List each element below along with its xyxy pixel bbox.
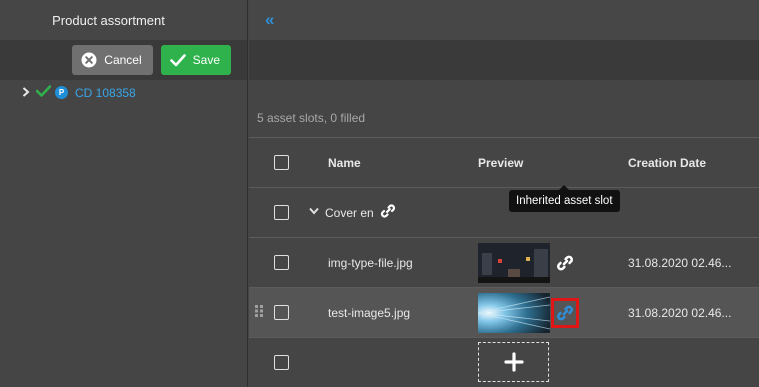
add-asset-button[interactable] <box>478 342 549 382</box>
cancel-button[interactable]: Cancel <box>72 45 153 75</box>
group-name: Cover en <box>325 205 374 220</box>
status-check-icon <box>35 85 52 100</box>
row-date: 31.08.2020 02.46... <box>628 255 732 270</box>
chevron-down-icon[interactable] <box>309 207 319 218</box>
group-checkbox[interactable] <box>274 205 289 220</box>
tree-item[interactable]: P CD 108358 <box>22 85 136 100</box>
tooltip: Inherited asset slot <box>509 185 620 212</box>
row-checkbox[interactable] <box>274 355 289 370</box>
table-row[interactable]: test-image5.jpg 31.08.2020 02.46... <box>249 287 759 337</box>
column-creation-date[interactable]: Creation Date <box>628 156 706 170</box>
close-circle-icon <box>81 52 97 68</box>
edit-toolbar: Cancel Save <box>0 40 247 80</box>
column-preview[interactable]: Preview <box>478 156 523 170</box>
group-label[interactable]: Cover en <box>309 203 396 222</box>
empty-slot-row[interactable] <box>249 337 759 387</box>
tree-item-label[interactable]: CD 108358 <box>75 86 136 100</box>
right-toolbar <box>249 40 759 80</box>
row-name: img-type-file.jpg <box>328 255 413 270</box>
plus-icon <box>503 352 524 372</box>
row-name: test-image5.jpg <box>328 305 411 320</box>
inherited-link-icon[interactable] <box>551 297 579 328</box>
link-icon <box>380 203 396 222</box>
cancel-label: Cancel <box>104 53 142 67</box>
asset-table: Name Preview Creation Date Cover en img-… <box>249 137 759 387</box>
row-date: 31.08.2020 02.46... <box>628 305 732 320</box>
collapse-icon[interactable]: « <box>265 10 274 30</box>
column-name[interactable]: Name <box>328 156 361 170</box>
inherited-link-icon[interactable] <box>556 254 574 272</box>
slot-summary: 5 asset slots, 0 filled <box>257 111 366 125</box>
left-panel: Product assortment Cancel Save P CD 1083… <box>0 0 248 387</box>
group-row[interactable]: Cover en <box>249 187 759 237</box>
check-icon <box>169 52 186 68</box>
save-button[interactable]: Save <box>160 45 231 75</box>
panel-title: Product assortment <box>0 0 247 40</box>
preview-thumbnail[interactable] <box>478 292 550 333</box>
table-header: Name Preview Creation Date <box>249 137 759 187</box>
select-all-checkbox[interactable] <box>274 155 289 170</box>
right-header: « <box>249 0 759 40</box>
save-label: Save <box>192 53 220 67</box>
row-checkbox[interactable] <box>274 305 289 320</box>
preview-thumbnail[interactable] <box>478 242 550 283</box>
table-row[interactable]: img-type-file.jpg 31.08.2020 02.46... <box>249 237 759 287</box>
app: Product assortment Cancel Save P CD 1083… <box>0 0 759 387</box>
chevron-right-icon[interactable] <box>22 86 32 100</box>
row-checkbox[interactable] <box>274 255 289 270</box>
right-panel: « 5 asset slots, 0 filled Name Preview C… <box>249 0 759 387</box>
product-badge: P <box>55 86 68 99</box>
drag-handle-icon[interactable] <box>255 305 263 320</box>
